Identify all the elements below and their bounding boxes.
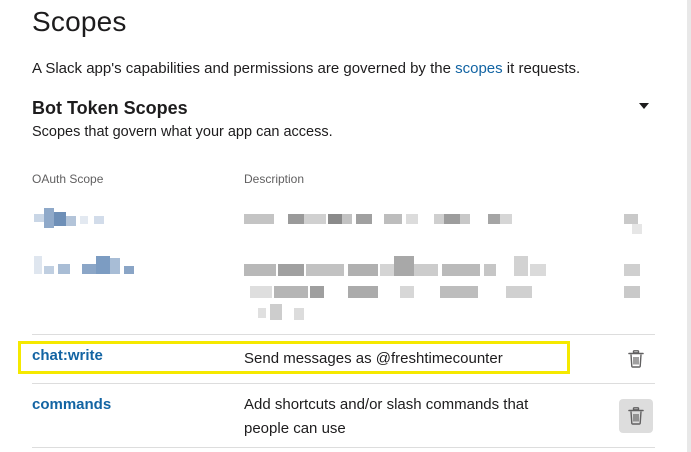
redacted-scope-2 (34, 256, 136, 276)
scope-description-chat-write: Send messages as @freshtimecounter (244, 350, 503, 367)
intro-after: it requests. (502, 60, 581, 77)
scope-description-line: people can use (244, 420, 346, 437)
trash-icon[interactable] (619, 342, 653, 376)
intro-text: A Slack app's capabilities and permissio… (32, 60, 580, 77)
scope-name-chat-write[interactable]: chat:write (32, 347, 103, 364)
scope-name-commands[interactable]: commands (32, 396, 111, 413)
section-title: Bot Token Scopes (32, 98, 188, 118)
column-header-description: Description (244, 172, 305, 186)
trash-icon-glyph (628, 350, 644, 368)
trash-icon-glyph (628, 407, 644, 425)
page-title: Scopes (32, 6, 127, 37)
trash-icon[interactable] (619, 399, 653, 433)
redacted-description-2 (244, 256, 646, 326)
row-divider-2 (32, 383, 655, 384)
caret-down-icon[interactable] (639, 103, 649, 109)
intro-before: A Slack app's capabilities and permissio… (32, 60, 456, 77)
section-subtitle: Scopes that govern what your app can acc… (32, 124, 333, 140)
column-header-oauth-scope: OAuth Scope (32, 172, 104, 186)
row-divider-1 (32, 334, 655, 335)
redacted-description-1 (244, 212, 644, 234)
row-divider-3 (32, 447, 655, 448)
window-edge (687, 0, 691, 452)
scope-description-line: Add shortcuts and/or slash commands that (244, 396, 529, 413)
redacted-scope-1 (34, 208, 106, 228)
scope-description-commands: Add shortcuts and/or slash commands that… (244, 393, 528, 441)
scopes-link[interactable]: scopes (455, 60, 503, 77)
